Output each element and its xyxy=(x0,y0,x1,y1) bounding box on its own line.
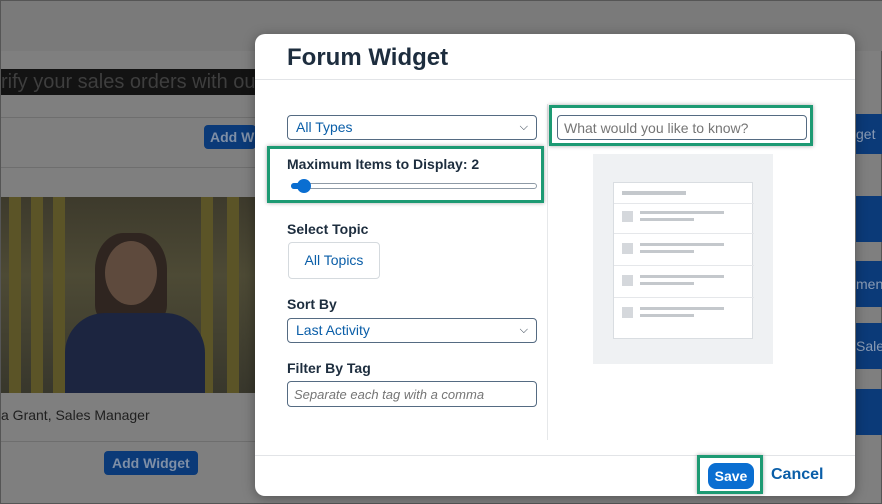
preview-card xyxy=(613,182,754,339)
chevron-down-icon: ⌵ xyxy=(519,324,528,336)
forum-widget-dialog: Forum Widget All Types ⌵ Maximum Items t… xyxy=(255,34,855,496)
chevron-down-icon: ⌵ xyxy=(519,121,528,133)
background-add-widget-label-2: Add Widget xyxy=(112,455,190,471)
dialog-footer-divider xyxy=(255,455,855,456)
dialog-header-divider xyxy=(255,79,855,80)
search-highlight-box xyxy=(549,105,813,146)
background-divider xyxy=(1,167,259,168)
widget-preview xyxy=(593,154,773,364)
dialog-title: Forum Widget xyxy=(287,44,449,71)
preview-item-icon xyxy=(622,275,633,286)
preview-item-line xyxy=(640,282,694,285)
background-right-text-2: ment xyxy=(856,276,882,292)
preview-rule xyxy=(614,265,754,266)
background-right-tile-5 xyxy=(856,389,882,435)
preview-rule xyxy=(614,297,754,298)
all-topics-button[interactable]: All Topics xyxy=(288,242,380,279)
select-topic-label: Select Topic xyxy=(287,221,369,237)
background-right-tile-2 xyxy=(856,196,882,242)
preview-item-icon xyxy=(622,211,633,222)
max-items-highlight-box xyxy=(267,146,544,203)
background-banner: rify your sales orders with our s xyxy=(1,69,259,95)
background-profile-photo xyxy=(1,197,259,393)
preview-item-line xyxy=(640,314,694,317)
save-highlight-box xyxy=(697,455,763,494)
preview-item-line xyxy=(640,218,694,221)
preview-item-line xyxy=(640,307,724,310)
background-add-widget-button-2: Add Widget xyxy=(104,451,198,475)
background-photo-caption: a Grant, Sales Manager xyxy=(1,407,150,423)
sort-by-label: Sort By xyxy=(287,296,337,312)
type-select[interactable]: All Types ⌵ xyxy=(287,115,537,140)
preview-rule xyxy=(614,233,754,234)
column-divider xyxy=(547,104,548,440)
preview-item-icon xyxy=(622,307,633,318)
background-add-widget-label: Add Wi xyxy=(210,129,256,145)
type-select-value: All Types xyxy=(296,119,353,135)
background-right-text-3: Sale xyxy=(856,338,882,354)
preview-item-line xyxy=(640,211,724,214)
sort-by-value: Last Activity xyxy=(296,322,370,338)
background-right-text-1: get xyxy=(856,126,876,142)
background-banner-text: rify your sales orders with our s xyxy=(1,71,259,93)
background-right-tile: get xyxy=(856,114,882,154)
preview-rule xyxy=(614,203,754,204)
preview-item-line xyxy=(640,243,724,246)
preview-header-line xyxy=(622,191,686,195)
cancel-button[interactable]: Cancel xyxy=(771,466,823,484)
preview-item-icon xyxy=(622,243,633,254)
preview-item-line xyxy=(640,275,724,278)
filter-by-tag-input[interactable] xyxy=(287,381,537,407)
background-divider xyxy=(1,117,259,118)
background-right-tile-3: ment xyxy=(856,261,882,307)
filter-by-tag-label: Filter By Tag xyxy=(287,360,371,376)
sort-by-select[interactable]: Last Activity ⌵ xyxy=(287,318,537,343)
preview-item-line xyxy=(640,250,694,253)
background-divider xyxy=(1,441,259,442)
background-right-tile-4: Sale xyxy=(856,323,882,369)
background-add-widget-button: Add Wi xyxy=(204,125,256,149)
